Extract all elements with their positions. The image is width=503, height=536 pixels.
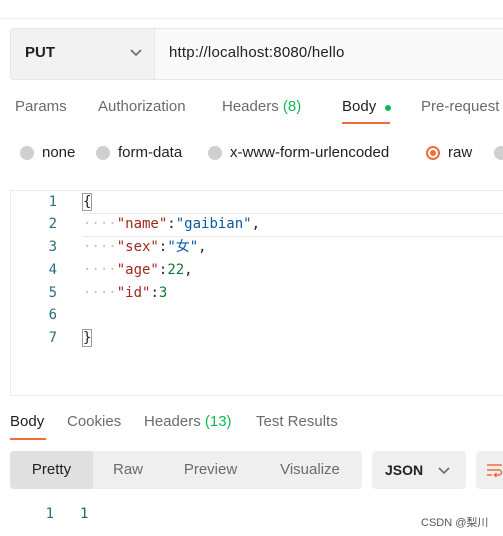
line-number: 5 xyxy=(48,285,57,301)
code-line: ····"sex":"女", xyxy=(83,239,207,255)
json-key: "age" xyxy=(116,262,159,278)
json-value: "女" xyxy=(167,239,199,255)
body-status-dot xyxy=(385,105,391,111)
tab-pre-request[interactable]: Pre-request xyxy=(421,98,499,115)
chevron-down-icon xyxy=(438,467,450,475)
code-line: ····"age":22, xyxy=(83,262,193,278)
tab-body[interactable]: Body xyxy=(342,98,376,115)
active-res-tab-indicator xyxy=(10,438,46,440)
json-value: "gaibian" xyxy=(175,216,252,232)
line-number: 3 xyxy=(48,239,57,255)
json-value: 3 xyxy=(158,285,168,301)
line-number: 4 xyxy=(48,262,57,278)
format-label: JSON xyxy=(385,462,424,478)
request-tabs: Params Authorization Headers (8) Body Pr… xyxy=(0,96,503,126)
tab-headers[interactable]: Headers (8) xyxy=(222,98,301,115)
res-tab-body[interactable]: Body xyxy=(10,413,44,430)
tab-params[interactable]: Params xyxy=(15,98,67,115)
code-area[interactable]: { ····"name":"gaibian", ····"sex":"女", ·… xyxy=(81,191,503,395)
method-select[interactable]: PUT xyxy=(11,29,155,79)
res-tab-test-results[interactable]: Test Results xyxy=(256,413,338,430)
view-visualize-button[interactable]: Visualize xyxy=(258,451,362,489)
code-line: ····"name":"gaibian", xyxy=(83,216,261,232)
active-tab-indicator xyxy=(342,122,390,124)
radio-circle xyxy=(494,146,503,160)
open-brace: { xyxy=(81,193,93,211)
response-value: 1 xyxy=(80,506,89,522)
line-number: 6 xyxy=(48,307,57,323)
headers-count: (8) xyxy=(282,98,302,115)
code-line: } xyxy=(81,327,93,349)
response-line-number: 1 xyxy=(45,506,54,522)
radio-circle xyxy=(20,146,34,160)
radio-circle xyxy=(96,146,110,160)
json-key: "id" xyxy=(116,285,151,301)
wrap-lines-button[interactable] xyxy=(476,451,503,489)
code-line: { xyxy=(81,191,93,213)
watermark: CSDN @梨川 xyxy=(421,517,489,529)
chevron-down-icon xyxy=(130,49,142,57)
top-divider xyxy=(0,0,503,19)
tab-authorization[interactable]: Authorization xyxy=(98,98,186,115)
res-tab-headers[interactable]: Headers (13) xyxy=(144,413,232,430)
code-line: ····"id":3 xyxy=(83,285,168,301)
json-key: "name" xyxy=(116,216,168,232)
url-input[interactable]: http://localhost:8080/hello xyxy=(169,44,345,61)
body-type-radios: none form-data x-www-form-urlencoded raw xyxy=(0,142,503,166)
request-bar: PUT http://localhost:8080/hello xyxy=(10,28,503,80)
response-tabs: Body Cookies Headers (13) Test Results xyxy=(0,410,503,442)
wrap-lines-icon xyxy=(487,464,503,478)
view-pretty-button[interactable]: Pretty xyxy=(10,451,93,489)
json-key: "sex" xyxy=(116,239,159,255)
line-number: 2 xyxy=(48,216,57,232)
view-mode-segmented: Pretty Raw Preview Visualize xyxy=(10,451,362,489)
view-raw-button[interactable]: Raw xyxy=(93,451,163,489)
format-select[interactable]: JSON xyxy=(372,451,466,489)
view-preview-button[interactable]: Preview xyxy=(163,451,258,489)
radio-circle xyxy=(208,146,222,160)
line-number: 1 xyxy=(48,194,57,210)
res-tab-cookies[interactable]: Cookies xyxy=(67,413,121,430)
request-body-editor[interactable]: 1 2 3 4 5 6 7 { ····"name":"gaibian", ··… xyxy=(10,190,503,396)
radio-circle-checked xyxy=(426,146,440,160)
close-brace: } xyxy=(81,329,93,347)
res-headers-count: (13) xyxy=(204,413,232,430)
method-label: PUT xyxy=(25,44,55,61)
json-value: 22 xyxy=(167,262,185,278)
line-number: 7 xyxy=(48,330,57,346)
line-number-gutter: 1 2 3 4 5 6 7 xyxy=(11,191,71,395)
